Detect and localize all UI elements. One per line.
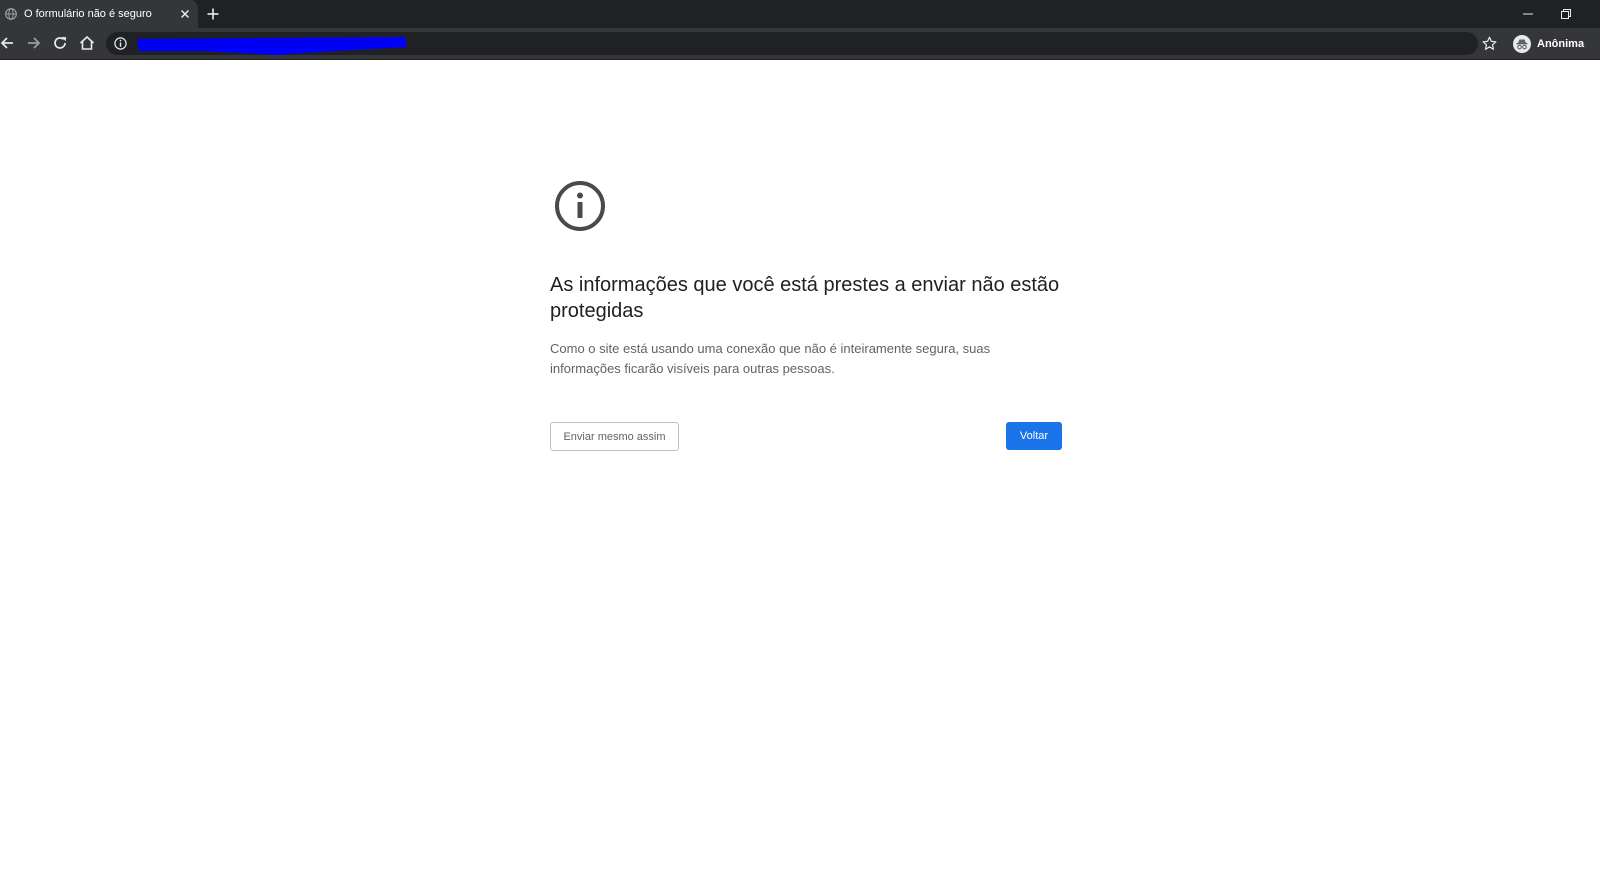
bookmark-star-icon[interactable]	[1482, 36, 1497, 51]
page-description: Como o site está usando uma conexão que …	[550, 341, 991, 376]
minimize-icon	[1523, 13, 1533, 15]
reload-icon[interactable]	[52, 35, 68, 51]
tab-strip: O formulário não é seguro	[0, 0, 1600, 28]
tab-title: O formulário não é seguro	[24, 8, 152, 20]
incognito-icon	[1513, 35, 1531, 53]
incognito-profile-button[interactable]: Anônima	[1513, 33, 1584, 55]
page-heading: As informações que você está prestes a e…	[550, 274, 1060, 322]
home-icon[interactable]	[79, 35, 95, 51]
close-tab-icon[interactable]	[179, 8, 191, 20]
site-info-icon[interactable]	[114, 37, 127, 50]
globe-icon	[5, 8, 17, 20]
url-redaction-scribble	[137, 37, 407, 55]
browser-tab[interactable]: O formulário não é seguro	[0, 0, 198, 28]
forward-icon[interactable]	[25, 35, 41, 51]
minimize-button[interactable]	[1508, 0, 1548, 28]
go-back-button[interactable]: Voltar	[1006, 422, 1062, 450]
toolbar-divider	[0, 59, 1600, 60]
new-tab-icon[interactable]	[206, 7, 220, 21]
back-icon[interactable]	[0, 35, 16, 51]
info-icon	[555, 181, 605, 231]
send-anyway-button[interactable]: Enviar mesmo assim	[550, 422, 679, 451]
profile-label: Anônima	[1537, 38, 1585, 50]
restore-button[interactable]	[1546, 0, 1586, 28]
restore-icon	[1561, 9, 1571, 19]
